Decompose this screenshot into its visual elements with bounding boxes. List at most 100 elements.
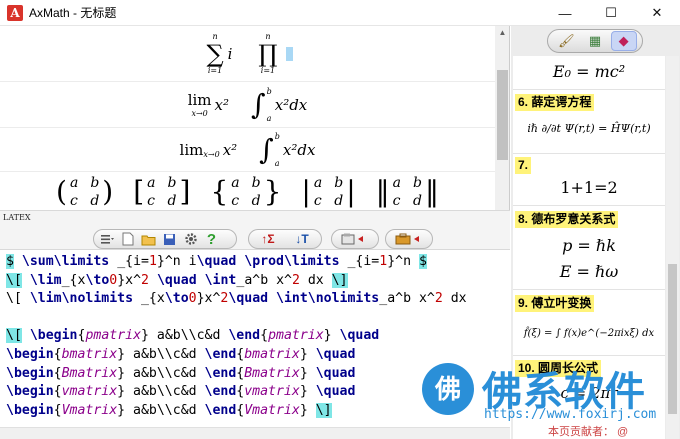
- preview-row-lim-int-nolimits[interactable]: lim x→0 x² ∫ b a x²dx: [0, 128, 495, 172]
- preview-scroll-thumb[interactable]: [497, 70, 508, 160]
- new-file-icon[interactable]: [119, 231, 136, 247]
- sum-symbol: ∑: [206, 39, 224, 68]
- code-token: \begin: [6, 365, 54, 381]
- bookmark-icon[interactable]: ◆: [610, 31, 637, 51]
- code-token: \quad: [315, 347, 356, 362]
- code-token: dx: [442, 291, 467, 307]
- prod-symbol: ∏: [258, 39, 278, 68]
- formula-text: p = ℏk: [562, 236, 616, 255]
- formula-text: E₀ = mc²: [552, 62, 626, 81]
- code-line[interactable]: \[ \begin{pmatrix} a&b\\c&d \end{pmatrix…: [6, 327, 379, 345]
- code-token: \]: [331, 272, 348, 288]
- code-token: \[: [6, 291, 30, 307]
- lim-subscript: x→0: [191, 109, 208, 118]
- lim-text: lim: [187, 91, 212, 109]
- formula-label: 6. 薛定谔方程: [515, 94, 595, 111]
- matrix-cell: d: [334, 193, 344, 209]
- formula-item-de-broglie[interactable]: 8. 德布罗意关系式 p = ℏk E = ℏω: [513, 206, 665, 290]
- open-folder-icon[interactable]: [140, 231, 157, 247]
- save-icon[interactable]: [161, 231, 178, 247]
- code-line[interactable]: \[ \lim_{x\to0}x^2 \quad \int_a^b x^2 dx…: [6, 272, 348, 290]
- integral-argument: x²dx: [282, 140, 316, 159]
- preview-row-matrices[interactable]: (a b c d)[a b c d]{a b c d} | a b c d | ‖ a b c d ‖: [0, 172, 495, 210]
- formula-text: f̂(ξ) = ∫ f(x)e^(−2πixξ) dx: [523, 328, 655, 339]
- code-token: _{i=: [109, 254, 149, 269]
- formula-item-circumference[interactable]: 10. 圆周长公式 c = 2πr: [513, 356, 665, 439]
- code-token: _a^b x^: [236, 272, 292, 288]
- sum-argument: i: [227, 44, 233, 63]
- preview-row-lim-int[interactable]: lim x→0 x² ∫ b a x²dx: [0, 82, 495, 128]
- formula-item-schrodinger[interactable]: 6. 薛定谔方程 iℏ ∂/∂t Ψ(r,t) = ĤΨ(r,t): [513, 90, 665, 154]
- integral-argument: x²dx: [274, 95, 308, 114]
- formula-list-scroll-thumb[interactable]: [668, 264, 677, 414]
- latex-code-editor[interactable]: $ \sum\limits _{i=1}^n i\quad \prod\limi…: [0, 251, 510, 427]
- code-token: \]: [315, 402, 332, 418]
- formula-label: 8. 德布罗意关系式: [515, 211, 619, 228]
- code-token: \[: [6, 328, 22, 344]
- code-token: \[: [6, 272, 22, 288]
- matrix-cell: a: [69, 175, 79, 191]
- code-token: {: [260, 328, 269, 344]
- formula-list-scrollbar[interactable]: [666, 56, 679, 439]
- convert-tool-group: ↑Σ ↓T: [248, 229, 322, 249]
- matrix-cell: c: [69, 193, 78, 209]
- code-line[interactable]: \begin{vmatrix} a&b\\c&d \end{vmatrix} \…: [6, 383, 355, 401]
- convert-to-latex-icon[interactable]: ↑Σ: [253, 231, 283, 247]
- toolbox-icon[interactable]: [390, 231, 426, 247]
- clipboard-tool-group: [331, 229, 379, 249]
- lim-argument: x²: [214, 95, 230, 114]
- dropdown-icon[interactable]: [98, 231, 115, 247]
- close-button[interactable]: ✕: [634, 0, 680, 26]
- editor-horizontal-scrollbar[interactable]: [0, 427, 510, 439]
- code-token: {: [53, 402, 62, 418]
- code-token: } a&b\\c&d: [117, 384, 205, 400]
- matrix-open-bracket: {: [210, 175, 229, 208]
- code-line[interactable]: \begin{Vmatrix} a&b\\c&d \end{Vmatrix} \…: [6, 402, 332, 420]
- preview-scrollbar[interactable]: ▲: [495, 26, 509, 210]
- code-token: Bmatrix: [244, 365, 300, 381]
- code-line[interactable]: \begin{Bmatrix} a&b\\c&d \end{Bmatrix} \…: [6, 365, 355, 383]
- code-line[interactable]: \begin{bmatrix} a&b\\c&d \end{bmatrix} \…: [6, 346, 355, 364]
- convert-to-text-icon[interactable]: ↓T: [287, 231, 317, 247]
- maximize-button[interactable]: ☐: [588, 0, 634, 26]
- code-token: }: [299, 347, 316, 362]
- code-token: $: [418, 254, 427, 269]
- code-token: $: [6, 254, 14, 269]
- formula-label: 10. 圆周长公式: [515, 360, 602, 377]
- code-token: }: [299, 365, 316, 381]
- formula-list[interactable]: E₀ = mc² 6. 薛定谔方程 iℏ ∂/∂t Ψ(r,t) = ĤΨ(r,…: [513, 56, 665, 439]
- math-preview-pane[interactable]: n ∑ i=1 i n ∏ i=1 lim x→0 x² ∫ b a x²dx …: [0, 26, 510, 210]
- grid-icon[interactable]: ▦: [582, 31, 608, 51]
- code-token: pmatrix: [85, 328, 142, 344]
- code-token: } a&b\\c&d: [141, 328, 229, 344]
- formula-item-fourier[interactable]: 9. 傅立叶变换 f̂(ξ) = ∫ f(x)e^(−2πixξ) dx: [513, 290, 665, 356]
- help-icon[interactable]: ?: [203, 231, 220, 248]
- matrix-cell: b: [167, 175, 177, 191]
- matrix-open-bracket: (: [56, 175, 67, 208]
- code-token: bmatrix: [61, 347, 118, 362]
- formula-item-one-plus-one[interactable]: 7. 1+1=2: [513, 154, 665, 206]
- code-token: \end: [204, 365, 237, 381]
- preview-row-sum-prod[interactable]: n ∑ i=1 i n ∏ i=1: [0, 26, 495, 82]
- file-tool-group: ?: [93, 229, 237, 249]
- code-token: _a^b x^: [379, 291, 435, 307]
- settings-icon[interactable]: [182, 231, 199, 247]
- code-line[interactable]: $ \sum\limits _{i=1}^n i\quad \prod\limi…: [6, 253, 427, 271]
- matrix-cell: d: [167, 193, 177, 209]
- brush-icon[interactable]: 🖌: [553, 31, 579, 51]
- code-token: \prod\limits: [244, 254, 340, 269]
- clipboard-icon[interactable]: [336, 231, 372, 247]
- scroll-up-arrow-icon[interactable]: ▲: [495, 26, 509, 40]
- minimize-button[interactable]: —: [542, 0, 588, 26]
- integral-symbol: ∫: [251, 88, 266, 121]
- formula-text: c = 2πr: [560, 384, 618, 402]
- window-controls: — ☐ ✕: [542, 0, 680, 26]
- code-token: 0: [188, 291, 197, 307]
- matrix-4: ‖ a b c d ‖: [376, 175, 439, 209]
- code-token: Vmatrix: [244, 402, 300, 418]
- code-line[interactable]: \[ \lim\nolimits _{x\to0}x^ 2 \quad \int\n…: [6, 290, 467, 308]
- formula-item-mass-energy[interactable]: E₀ = mc²: [513, 56, 665, 90]
